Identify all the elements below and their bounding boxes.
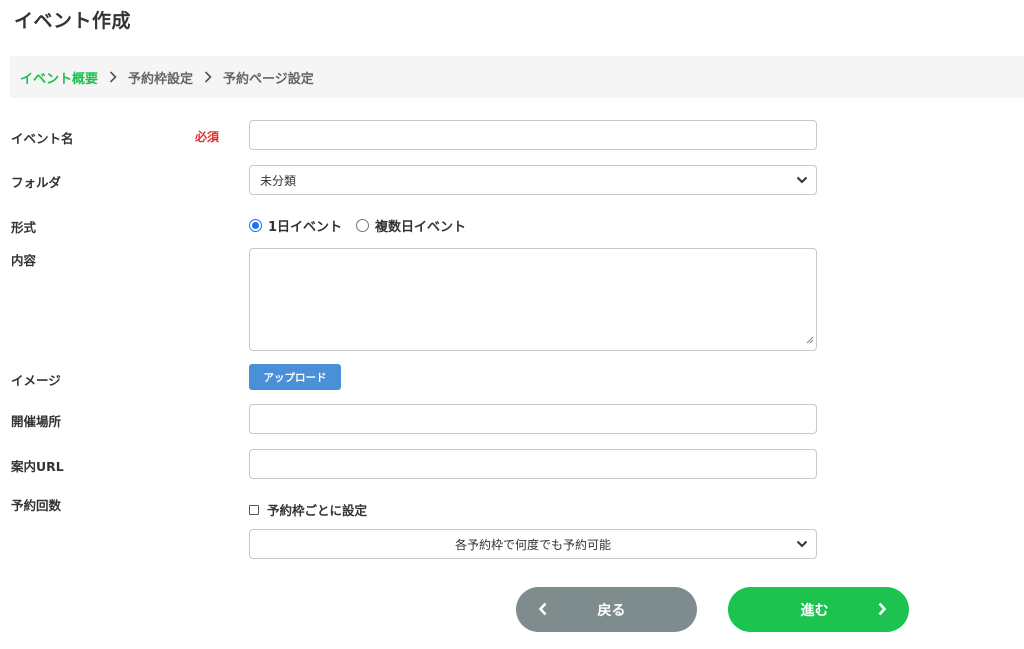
content-textarea[interactable]	[249, 248, 817, 351]
radio-single-day-label[interactable]: 1日イベント	[268, 216, 342, 235]
format-label: 形式	[11, 220, 37, 235]
event-name-label: イベント名	[11, 131, 74, 146]
radio-multi-day[interactable]	[356, 219, 370, 232]
event-name-input[interactable]	[250, 121, 816, 149]
upload-button[interactable]: アップロード	[249, 364, 341, 390]
required-badge: 必須	[195, 130, 220, 144]
folder-selected-value: 未分類	[260, 173, 297, 188]
booking-count-selected-value: 各予約枠で何度でも予約可能	[454, 537, 611, 552]
per-slot-checkbox-row[interactable]: 予約枠ごとに設定	[249, 500, 367, 519]
page-title: イベント作成	[14, 10, 132, 32]
booking-count-select[interactable]: 各予約枠で何度でも予約可能	[249, 529, 817, 559]
chevron-down-icon	[796, 174, 808, 189]
per-slot-checkbox-label[interactable]: 予約枠ごとに設定	[267, 500, 367, 519]
format-radio-group: 1日イベント 複数日イベント	[249, 216, 466, 235]
per-slot-checkbox[interactable]	[249, 504, 259, 515]
radio-multi-day-label[interactable]: 複数日イベント	[375, 216, 466, 235]
folder-label: フォルダ	[11, 175, 62, 190]
venue-input[interactable]	[250, 405, 816, 433]
back-button[interactable]: 戻る	[516, 587, 697, 632]
chevron-right-icon	[98, 71, 128, 83]
resize-grip-icon[interactable]	[806, 329, 814, 348]
step-indicator: イベント概要 予約枠設定 予約ページ設定	[10, 56, 1024, 98]
guide-url-label: 案内URL	[11, 459, 64, 474]
step-page-settings: 予約ページ設定	[223, 71, 314, 87]
back-button-label: 戻る	[597, 602, 626, 619]
venue-field[interactable]	[249, 404, 817, 434]
guide-url-input[interactable]	[250, 450, 816, 478]
step-event-overview: イベント概要	[20, 71, 99, 87]
venue-label: 開催場所	[11, 414, 62, 429]
booking-count-label: 予約回数	[11, 498, 62, 513]
chevron-right-icon	[877, 602, 887, 620]
event-name-field[interactable]	[249, 120, 817, 150]
guide-url-field[interactable]	[249, 449, 817, 479]
content-label: 内容	[11, 253, 37, 268]
chevron-right-icon	[193, 71, 223, 83]
chevron-down-icon	[796, 538, 808, 553]
folder-select[interactable]: 未分類	[249, 165, 817, 195]
image-label: イメージ	[11, 373, 61, 388]
radio-single-day[interactable]	[249, 219, 262, 232]
next-button[interactable]: 進む	[728, 587, 909, 632]
step-slot-settings: 予約枠設定	[128, 71, 194, 87]
